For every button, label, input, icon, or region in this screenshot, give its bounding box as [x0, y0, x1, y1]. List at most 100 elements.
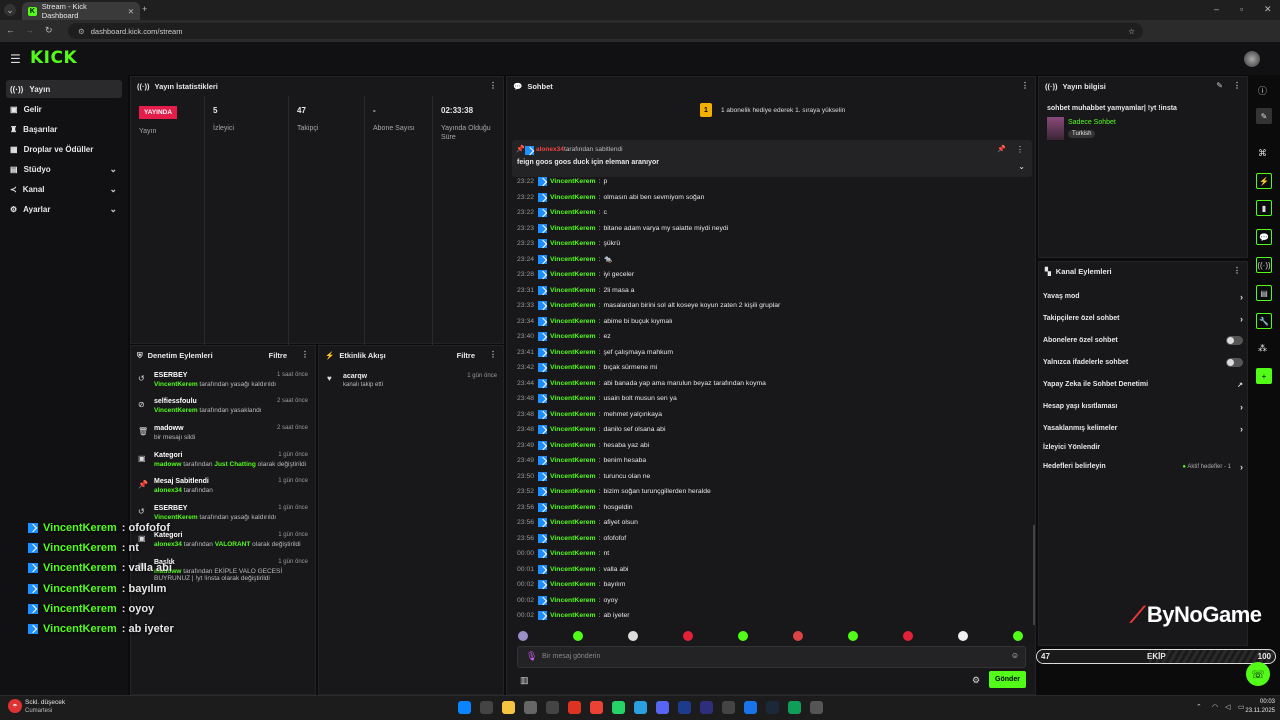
more-options-icon[interactable]: ⋮	[301, 350, 309, 359]
bookmark-star-icon[interactable]: ☆	[1128, 27, 1135, 36]
chat-username[interactable]: VincentKerem	[550, 473, 596, 480]
chat-message[interactable]: 23:28 VincentKerem: iyi geceler	[517, 270, 634, 279]
chat-message[interactable]: 23:22 VincentKerem: p	[517, 177, 607, 186]
filter-button[interactable]: Filtre	[269, 351, 287, 360]
mod-action-item[interactable]: ↺ ESERBEY VincentKerem tarafından yasağı k…	[138, 505, 308, 521]
site-info-icon[interactable]: ⚙	[78, 27, 85, 36]
language-tag[interactable]: Turkish	[1068, 130, 1096, 138]
store-icon[interactable]: ▥	[520, 675, 529, 686]
emote-icon[interactable]	[573, 631, 583, 641]
mod-action-item[interactable]: ▣ Kategori alonex34 tarafından VALORANT ol…	[138, 532, 308, 548]
add-widget-button[interactable]: +	[1256, 368, 1272, 384]
edge-icon[interactable]	[524, 701, 537, 714]
chat-username[interactable]: VincentKerem	[550, 302, 596, 309]
chat-username[interactable]: VincentKerem	[550, 566, 596, 573]
edit-mode-button[interactable]: ✎	[1256, 108, 1272, 124]
clock-date[interactable]: 23.11.2025	[1241, 708, 1275, 714]
mod-action-user[interactable]: alonex34	[154, 487, 182, 494]
pinned-message[interactable]: 📌 alonex34 tarafından sabitlendi feign g…	[512, 140, 1032, 177]
chat-message[interactable]: 00:00 VincentKerem: nt	[517, 549, 609, 558]
weather-text[interactable]: Sckl. düşecek	[25, 699, 65, 706]
support-chat-button[interactable]: ☏	[1246, 662, 1270, 686]
lightning-tool-button[interactable]: ⚡	[1256, 173, 1272, 189]
more-options-icon[interactable]: ⋮	[1233, 266, 1241, 275]
maximize-icon[interactable]: ▫	[1240, 4, 1243, 14]
chat-message[interactable]: 23:31 VincentKerem:2li masa a	[517, 285, 634, 295]
emote-icon[interactable]	[848, 631, 858, 641]
sidebar-item-kanal[interactable]: ≺ Kanal ⌄	[6, 180, 122, 198]
layout-tool-button[interactable]: ▤	[1256, 285, 1272, 301]
chat-message[interactable]: 00:01 VincentKerem: valla abi	[517, 564, 628, 574]
app-icon[interactable]	[810, 701, 823, 714]
photoshop-icon[interactable]	[678, 701, 691, 714]
channel-action-item[interactable]: Takipçilere özel sohbet ›	[1043, 314, 1243, 324]
chat-username[interactable]: VincentKerem	[550, 287, 596, 294]
chat-username[interactable]: VincentKerem	[550, 256, 596, 263]
browser-tab[interactable]: K Stream - Kick Dashboard ✕	[22, 2, 140, 20]
volume-icon[interactable]: ◁	[1225, 703, 1230, 711]
chat-username[interactable]: VincentKerem	[550, 411, 596, 418]
channel-action-item[interactable]: Yapay Zeka ile Sohbet Denetimi ↗	[1043, 381, 1243, 389]
opera-icon[interactable]	[568, 701, 581, 714]
chat-username[interactable]: VincentKerem	[550, 271, 596, 278]
send-button[interactable]: Gönder	[989, 671, 1026, 688]
back-icon[interactable]: ←	[6, 25, 15, 35]
chat-input[interactable]: 🎙 Bir mesaj gönderin ☺	[517, 646, 1026, 668]
category-link[interactable]: Sadece Sohbet	[1068, 119, 1116, 126]
share-icon[interactable]: ⁂	[1258, 343, 1267, 354]
chat-message[interactable]: 23:49 VincentKerem: hesaba yaz abi	[517, 440, 649, 450]
mod-action-item[interactable]: 🗑 madoww bir mesajı sildi 2 saat önce	[138, 425, 308, 441]
chat-username[interactable]: VincentKerem	[550, 349, 596, 356]
chat-username[interactable]: VincentKerem	[550, 581, 596, 588]
channel-action-item[interactable]: Yavaş mod ›	[1043, 292, 1243, 302]
channel-action-item[interactable]: Abonelere özel sohbet	[1043, 336, 1243, 345]
chat-username[interactable]: VincentKerem	[550, 550, 596, 557]
url-field[interactable]: ⚙ dashboard.kick.com/stream ☆	[68, 23, 1143, 39]
emote-icon[interactable]	[518, 631, 528, 641]
category-thumbnail[interactable]	[1047, 117, 1064, 140]
chat-username[interactable]: VincentKerem	[550, 597, 596, 604]
mod-action-user[interactable]: VincentKerem	[154, 381, 198, 388]
emote-icon[interactable]	[683, 631, 693, 641]
more-options-icon[interactable]: ⋮	[1016, 145, 1024, 154]
chat-message[interactable]: 23:49 VincentKerem: benim hesaba	[517, 456, 646, 465]
emote-icon[interactable]	[903, 631, 913, 641]
chat-message[interactable]: 23:48 VincentKerem: danilo sef olsana abi	[517, 425, 665, 434]
microphone-icon[interactable]: 🎙	[526, 651, 537, 662]
window-close-icon[interactable]: ✕	[1264, 4, 1272, 15]
chat-username[interactable]: VincentKerem	[550, 457, 596, 464]
channel-action-item[interactable]: Yasaklanmış kelimeler ›	[1043, 424, 1243, 434]
chat-message[interactable]: 23:56 VincentKerem: hosgeldin	[517, 502, 633, 512]
channel-action-item[interactable]: Hedefleri belirleyin ● Aktif hedefler - 1…	[1043, 462, 1243, 472]
more-options-icon[interactable]: ⋮	[1233, 81, 1241, 90]
mod-action-user[interactable]: VincentKerem	[154, 514, 198, 521]
chat-message[interactable]: 23:22 VincentKerem: c	[517, 208, 607, 217]
chat-message[interactable]: 23:33 VincentKerem: masalardan birini sol …	[517, 301, 780, 310]
chat-username[interactable]: VincentKerem	[550, 364, 596, 371]
emote-icon[interactable]	[793, 631, 803, 641]
chat-message[interactable]: 23:44 VincentKerem: abi banada yap ama mar…	[517, 378, 766, 388]
emote-icon[interactable]	[1013, 631, 1023, 641]
network-icon[interactable]: ◠	[1212, 703, 1218, 711]
mod-action-item[interactable]: ▣ Kategori madoww tarafından Just Chatting…	[138, 452, 308, 468]
mod-action-item[interactable]: ⊘ selfiessfoulu VincentKerem tarafından ya…	[138, 398, 308, 414]
weather-icon[interactable]: ☂	[8, 699, 22, 713]
chat-tool-button[interactable]: 💬	[1256, 229, 1272, 245]
sidebar-item-basarilar[interactable]: ♜ Başarılar	[6, 120, 122, 138]
chat-message[interactable]: 23:42 VincentKerem: bıçak sürmene mi	[517, 363, 657, 372]
chat-message[interactable]: 23:50 VincentKerem: turuncu olan ne	[517, 471, 650, 481]
more-options-icon[interactable]: ⋮	[1021, 81, 1029, 90]
cursor-icon[interactable]	[744, 701, 757, 714]
chat-settings-icon[interactable]: ⚙	[972, 675, 980, 686]
capcut-icon[interactable]	[722, 701, 735, 714]
channel-action-item[interactable]: İzleyici Yönlendir	[1043, 444, 1243, 451]
chat-username[interactable]: VincentKerem	[550, 426, 596, 433]
channel-action-item[interactable]: Hesap yaşı kısıtlaması ›	[1043, 402, 1243, 412]
discord-icon[interactable]	[656, 701, 669, 714]
toggle-switch[interactable]	[1226, 358, 1243, 367]
chat-message[interactable]: 23:56 VincentKerem: ofofofof	[517, 533, 626, 543]
gift-banner[interactable]: 1 abonelik hediye ederek 1. sıraya yükse…	[721, 107, 845, 114]
chat-username[interactable]: VincentKerem	[550, 488, 596, 495]
whatsapp-icon[interactable]	[612, 701, 625, 714]
chat-message[interactable]: 00:02 VincentKerem: oyoy	[517, 595, 618, 605]
